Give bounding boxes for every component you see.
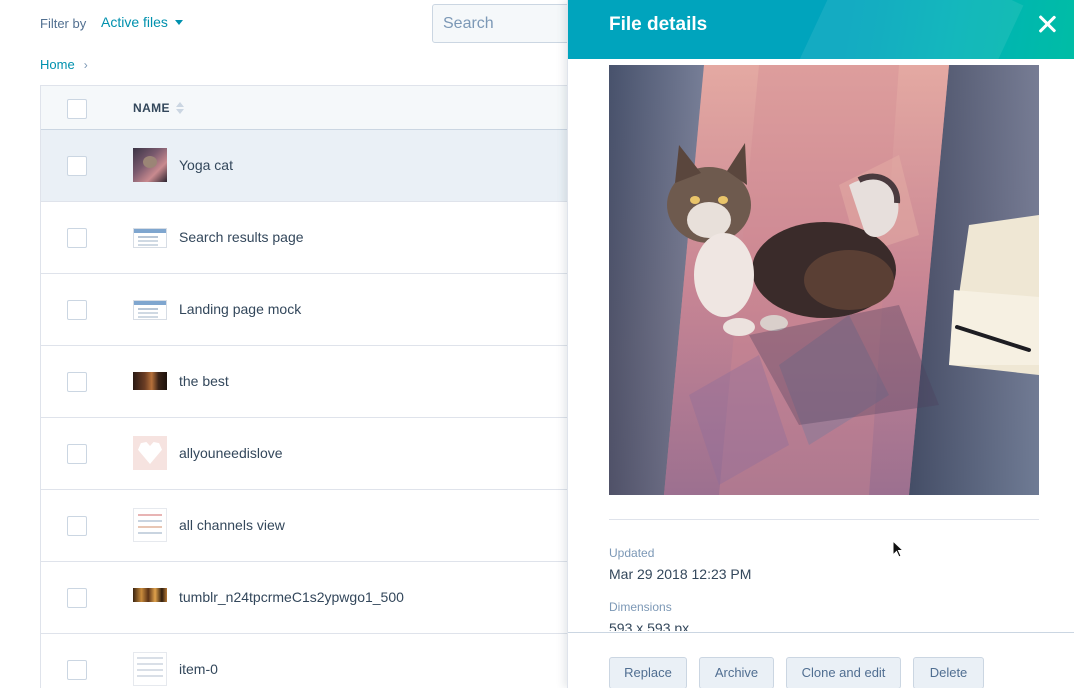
dimensions-label: Dimensions [609,600,672,614]
file-name[interactable]: Search results page [179,229,304,245]
select-all-checkbox[interactable] [67,99,87,119]
filter-label: Filter by [40,16,87,31]
file-thumbnail [133,372,167,390]
file-details-panel: File details Updated Mar 29 2018 12:23 P… [567,0,1074,688]
row-checkbox[interactable] [67,156,87,176]
file-thumbnail [133,300,167,320]
table-row[interactable]: tumblr_n24tpcrmeC1s2ypwgo1_500 [41,562,640,634]
table-row[interactable]: Landing page mock [41,274,640,346]
row-checkbox[interactable] [67,660,87,680]
section-divider [609,519,1039,520]
sort-icon [175,102,184,114]
archive-button[interactable]: Archive [699,657,774,688]
file-thumbnail [133,652,167,686]
table-header: NAME [41,86,640,130]
caret-down-icon [174,19,183,25]
cat-photo-image [609,65,1039,495]
row-checkbox[interactable] [67,300,87,320]
breadcrumb-home-link[interactable]: Home [40,57,75,72]
close-icon[interactable] [1036,13,1058,35]
file-thumbnail [133,148,167,182]
clone-and-edit-button[interactable]: Clone and edit [786,657,901,688]
table-row[interactable]: item-0 [41,634,640,688]
file-name[interactable]: Yoga cat [179,157,233,173]
updated-label: Updated [609,546,655,560]
file-name[interactable]: allyouneedislove [179,445,283,461]
panel-header: File details [568,0,1074,59]
file-thumbnail [133,228,167,248]
replace-button[interactable]: Replace [609,657,687,688]
file-name[interactable]: Landing page mock [179,301,301,317]
table-row[interactable]: all channels view [41,490,640,562]
filter-dropdown-value: Active files [101,14,168,30]
row-checkbox[interactable] [67,228,87,248]
breadcrumb: Home › [40,57,88,72]
file-name[interactable]: the best [179,373,229,389]
file-thumbnail [133,508,167,542]
name-column-header[interactable]: NAME [133,101,184,115]
table-row[interactable]: the best [41,346,640,418]
file-name[interactable]: tumblr_n24tpcrmeC1s2ypwgo1_500 [179,589,404,605]
chevron-right-icon: › [83,57,88,72]
table-row[interactable]: Search results page [41,202,640,274]
row-checkbox[interactable] [67,588,87,608]
row-checkbox[interactable] [67,516,87,536]
panel-footer: Replace Archive Clone and edit Delete [568,632,1074,688]
file-name[interactable]: item-0 [179,661,218,677]
filter-dropdown[interactable]: Active files [101,14,183,30]
file-thumbnail [133,436,167,470]
filter-bar: Filter by Active files [0,0,632,48]
file-thumbnail [133,588,167,602]
name-column-label: NAME [133,101,170,115]
image-preview [609,65,1039,495]
dimensions-value: 593 x 593 px [609,620,690,631]
table-row[interactable]: allyouneedislove [41,418,640,490]
updated-value: Mar 29 2018 12:23 PM [609,566,752,582]
delete-button[interactable]: Delete [913,657,984,688]
file-name[interactable]: all channels view [179,517,285,533]
panel-title: File details [609,14,708,35]
file-table: NAME Yoga cat Search results page Landin… [40,85,640,688]
row-checkbox[interactable] [67,372,87,392]
row-checkbox[interactable] [67,444,87,464]
table-row[interactable]: Yoga cat [41,130,640,202]
